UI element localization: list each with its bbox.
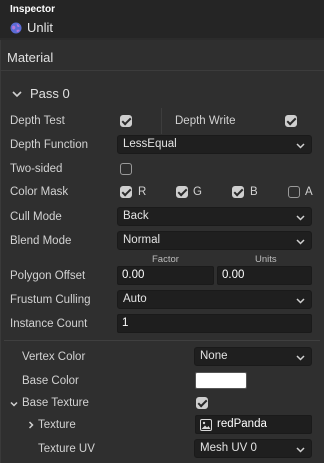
chevron-down-icon[interactable] — [9, 399, 19, 409]
instance-count-value: 1 — [122, 317, 129, 329]
color-mask-g-checkbox[interactable] — [176, 186, 188, 198]
texture-label: Texture — [38, 419, 76, 431]
color-mask-a-label: A — [305, 186, 313, 198]
blend-mode-value: Normal — [123, 234, 161, 246]
depth-write-checkbox[interactable] — [285, 115, 297, 127]
chevron-down-icon — [296, 215, 305, 221]
texture-uv-value: Mesh UV 0 — [200, 442, 257, 454]
two-sided-checkbox[interactable] — [120, 163, 132, 175]
cull-mode-value: Back — [123, 210, 149, 222]
cull-mode-label: Cull Mode — [10, 211, 62, 223]
color-mask-b-checkbox[interactable] — [232, 186, 244, 198]
chevron-down-icon — [296, 239, 305, 245]
section-divider — [4, 340, 320, 341]
blend-mode-select[interactable]: Normal — [117, 231, 312, 250]
texture-uv-label: Texture UV — [38, 443, 95, 455]
chevron-down-icon — [296, 447, 305, 453]
frustum-culling-label: Frustum Culling — [10, 294, 91, 306]
units-label: Units — [255, 254, 277, 265]
column-divider — [161, 108, 162, 134]
image-icon — [200, 419, 212, 431]
chevron-down-icon — [296, 298, 305, 304]
frustum-culling-select[interactable]: Auto — [117, 290, 312, 309]
chevron-right-icon[interactable] — [26, 420, 36, 430]
color-mask-a-checkbox[interactable] — [288, 186, 300, 198]
texture-value: redPanda — [217, 418, 267, 430]
frustum-culling-value: Auto — [123, 293, 147, 305]
color-mask-b-label: B — [250, 186, 258, 198]
base-texture-checkbox[interactable] — [196, 397, 208, 409]
globe-icon — [10, 22, 22, 34]
depth-test-checkbox[interactable] — [120, 115, 132, 127]
polygon-offset-units-value: 0.00 — [222, 269, 245, 281]
color-mask-r-label: R — [138, 186, 147, 198]
vertex-color-value: None — [200, 350, 228, 362]
depth-write-label: Depth Write — [175, 115, 236, 127]
chevron-down-icon — [296, 355, 305, 361]
polygon-offset-factor-input[interactable]: 0.00 — [117, 266, 214, 285]
cull-mode-select[interactable]: Back — [117, 207, 312, 226]
two-sided-label: Two-sided — [10, 163, 63, 175]
color-mask-label: Color Mask — [10, 186, 69, 198]
chevron-down-icon — [296, 143, 305, 149]
polygon-offset-label: Polygon Offset — [10, 270, 86, 282]
vertex-color-select[interactable]: None — [194, 347, 312, 366]
base-texture-label: Base Texture — [22, 397, 89, 409]
section-divider — [0, 70, 324, 71]
polygon-offset-factor-value: 0.00 — [122, 269, 145, 281]
chevron-down-icon[interactable] — [11, 88, 23, 100]
object-name: Unlit — [27, 20, 54, 35]
color-mask-g-label: G — [193, 186, 202, 198]
blend-mode-label: Blend Mode — [10, 235, 72, 247]
depth-test-label: Depth Test — [10, 115, 65, 127]
inspector-title: Inspector — [10, 4, 56, 15]
base-color-label: Base Color — [22, 375, 79, 387]
depth-function-label: Depth Function — [10, 139, 88, 151]
vertex-color-label: Vertex Color — [22, 351, 86, 363]
section-title: Material — [7, 50, 54, 65]
instance-count-label: Instance Count — [10, 318, 88, 330]
factor-label: Factor — [152, 254, 179, 265]
color-mask-r-checkbox[interactable] — [120, 186, 132, 198]
base-color-swatch[interactable] — [195, 372, 247, 389]
texture-asset-field[interactable]: redPanda — [195, 415, 312, 434]
depth-function-value: LessEqual — [123, 138, 177, 150]
depth-function-select[interactable]: LessEqual — [117, 135, 312, 154]
instance-count-input[interactable]: 1 — [117, 314, 312, 333]
texture-uv-select[interactable]: Mesh UV 0 — [194, 439, 312, 458]
polygon-offset-units-input[interactable]: 0.00 — [217, 266, 312, 285]
pass-label[interactable]: Pass 0 — [30, 86, 70, 101]
